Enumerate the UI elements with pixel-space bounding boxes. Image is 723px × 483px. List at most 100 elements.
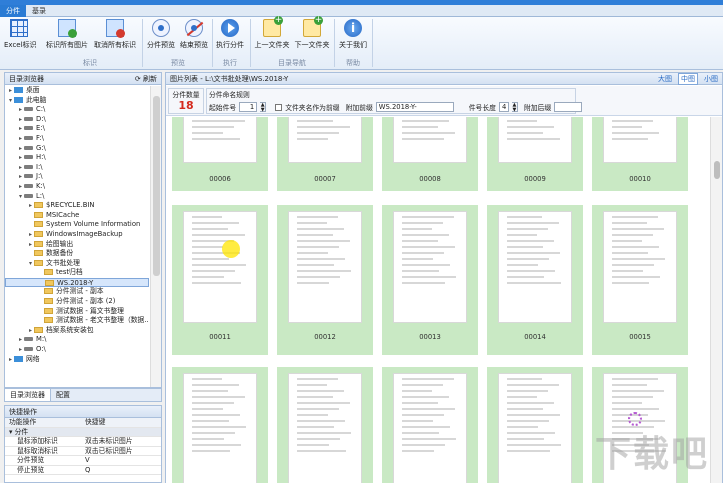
scrollbar-thumb[interactable] [153, 96, 160, 276]
image-thumbnail[interactable] [277, 367, 373, 483]
number-length-input[interactable]: 4 [498, 102, 509, 112]
tree-node[interactable]: ▾ L:\ [5, 192, 149, 202]
image-thumbnail[interactable] [172, 367, 268, 483]
tree-node[interactable]: MSICache [5, 211, 149, 221]
suffix-input[interactable] [554, 102, 583, 112]
chevron-down-icon[interactable]: ▾ [7, 96, 14, 106]
unmark-all-button[interactable]: 取消所有标识 [92, 19, 138, 57]
image-thumbnail[interactable] [382, 367, 478, 483]
document-page-preview [603, 211, 677, 323]
tree-node[interactable]: ▾ 此电脑 [5, 96, 149, 106]
tree-node[interactable]: ▸ I:\ [5, 163, 149, 173]
tree-node[interactable]: ▸ 档案系统安装包 [5, 326, 149, 336]
start-number-spinner[interactable]: ▲ ▼ [260, 102, 267, 113]
chevron-right-icon[interactable]: ▸ [17, 163, 24, 173]
tree-node[interactable]: ▸ O:\ [5, 345, 149, 355]
image-thumbnail[interactable]: 00007 [277, 117, 373, 191]
tree-node[interactable]: ▸ C:\ [5, 105, 149, 115]
document-page-preview [393, 373, 467, 483]
refresh-button[interactable]: ⟳ 刷新 [135, 73, 157, 85]
next-folder-button[interactable]: 下一文件夹 [294, 16, 330, 57]
image-thumbnail[interactable]: 00012 [277, 205, 373, 355]
image-thumbnail[interactable]: 00015 [592, 205, 688, 355]
tree-node[interactable]: ▸ J:\ [5, 172, 149, 182]
folder-icon [34, 221, 43, 228]
tree-node[interactable]: ▸ WindowsImageBackup [5, 230, 149, 240]
chevron-right-icon[interactable]: ▸ [27, 326, 34, 336]
tree-node-label: 此电脑 [26, 95, 47, 104]
tree-node[interactable]: ▸ D:\ [5, 115, 149, 125]
start-number-input[interactable]: 1 [239, 102, 258, 112]
image-thumbnail[interactable]: 00010 [592, 117, 688, 191]
tree-node[interactable]: 测试数据 - 老文书整理（数据... [5, 316, 149, 326]
tab-config[interactable]: 配置 [51, 389, 75, 401]
shortcut-group[interactable]: ▾ 分件 [5, 427, 161, 437]
eye-off-icon [185, 19, 203, 37]
chevron-right-icon[interactable]: ▸ [17, 144, 24, 154]
tree-node[interactable]: ▸ E:\ [5, 124, 149, 134]
chevron-right-icon[interactable]: ▸ [27, 240, 34, 250]
chevron-right-icon[interactable]: ▸ [7, 86, 14, 96]
image-thumbnail[interactable] [487, 367, 583, 483]
chevron-down-icon[interactable]: ▾ [17, 192, 24, 202]
tab-directory-browser[interactable]: 目录浏览器 [5, 389, 51, 401]
mark-all-button[interactable]: 标识所有图片 [44, 19, 90, 57]
scrollbar-thumb[interactable] [714, 161, 720, 179]
chevron-right-icon[interactable]: ▸ [17, 134, 24, 144]
about-button[interactable]: i 关于我们 [338, 19, 368, 57]
end-preview-button[interactable]: 结束预览 [179, 19, 209, 57]
thumbnail-label: 00011 [209, 333, 231, 341]
image-thumbnail[interactable]: 00013 [382, 205, 478, 355]
prefix-input[interactable]: WS.2018-Y- [375, 102, 454, 112]
chevron-right-icon[interactable]: ▸ [7, 355, 14, 365]
chevron-right-icon[interactable]: ▸ [27, 201, 34, 211]
tree-node[interactable]: ▸ F:\ [5, 134, 149, 144]
split-preview-button[interactable]: 分件预览 [146, 19, 176, 57]
tree-node[interactable]: ▸ 网络 [5, 355, 149, 365]
chevron-down-icon[interactable]: ▾ [27, 259, 34, 269]
tree-node[interactable]: 分件测试 - 副本 [5, 287, 149, 297]
tree-node[interactable]: ▾ 文书批处理 [5, 259, 149, 269]
view-large-button[interactable]: 大图 [656, 73, 674, 85]
tree-node[interactable]: ▸ $RECYCLE.BIN [5, 201, 149, 211]
tree-node[interactable]: 测试数据 - 篇文书整理 [5, 307, 149, 317]
tree-node[interactable]: 数据备份 [5, 249, 149, 259]
tree-node[interactable]: ▸ 绘图输出 [5, 240, 149, 250]
tree-node[interactable]: ▸ 桌面 [5, 86, 149, 96]
chevron-right-icon[interactable]: ▸ [17, 115, 24, 125]
watermark-logo: 下载吧 [594, 434, 709, 475]
view-medium-button[interactable]: 中图 [678, 73, 698, 85]
tab-record[interactable]: 基录 [26, 5, 52, 17]
image-thumbnail[interactable]: 00011 [172, 205, 268, 355]
chevron-right-icon[interactable]: ▸ [27, 230, 34, 240]
prev-folder-button[interactable]: 上一文件夹 [254, 16, 290, 57]
excel-mark-button[interactable]: Excel标识 [4, 19, 37, 57]
explorer-scrollbar[interactable] [150, 86, 161, 387]
image-thumbnail[interactable]: 00014 [487, 205, 583, 355]
image-thumbnail[interactable]: 00009 [487, 117, 583, 191]
folder-down-icon [303, 16, 323, 37]
image-list-scrollbar[interactable] [710, 117, 722, 483]
execute-split-button[interactable]: 执行分件 [215, 19, 245, 57]
chevron-right-icon[interactable]: ▸ [17, 153, 24, 163]
tree-node[interactable]: 分件测试 - 副本 (2) [5, 297, 149, 307]
chevron-right-icon[interactable]: ▸ [17, 105, 24, 115]
image-thumbnail[interactable]: 00008 [382, 117, 478, 191]
tree-node[interactable]: test归档 [5, 268, 149, 278]
tree-node[interactable]: ▸ K:\ [5, 182, 149, 192]
chevron-right-icon[interactable]: ▸ [17, 124, 24, 134]
chevron-right-icon[interactable]: ▸ [17, 345, 24, 355]
number-length-spinner[interactable]: ▲ ▼ [511, 102, 518, 113]
tab-split[interactable]: 分件 [0, 5, 26, 17]
tree-node[interactable]: System Volume Information [5, 220, 149, 230]
folder-prefix-checkbox[interactable] [275, 103, 283, 111]
tree-node[interactable]: ▸ H:\ [5, 153, 149, 163]
drive-icon [24, 155, 33, 160]
tree-node[interactable]: ▸ M:\ [5, 335, 149, 345]
tree-node[interactable]: ▸ G:\ [5, 144, 149, 154]
view-small-button[interactable]: 小图 [702, 73, 720, 85]
chevron-right-icon[interactable]: ▸ [17, 172, 24, 182]
chevron-right-icon[interactable]: ▸ [17, 335, 24, 345]
chevron-right-icon[interactable]: ▸ [17, 182, 24, 192]
image-thumbnail[interactable]: 00006 [172, 117, 268, 191]
